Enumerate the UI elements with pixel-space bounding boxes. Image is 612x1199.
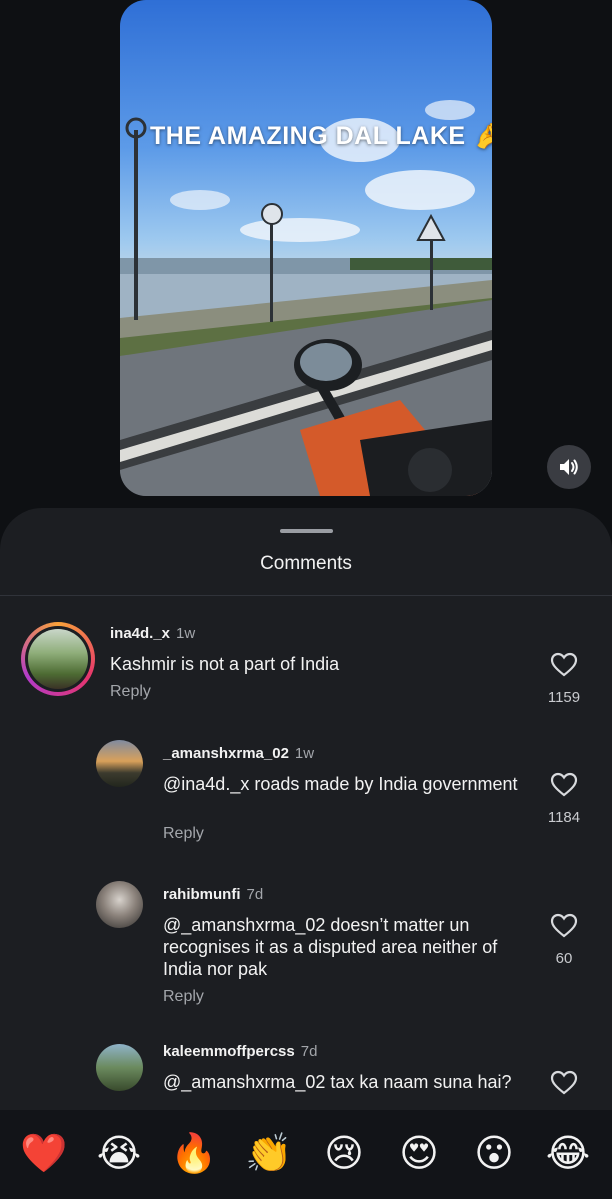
like-count: 60 [555, 950, 573, 967]
emoji-reaction-bar: ❤️ 😭 🔥 👏 😢 😍 😮 😂 [0, 1110, 612, 1199]
video-scene [120, 100, 492, 496]
comment-username[interactable]: rahibmunfi 7d [163, 886, 263, 903]
emoji-laugh-button[interactable]: 😂 [544, 1132, 592, 1176]
heart-icon [550, 652, 578, 677]
reel-video[interactable]: THE AMAZING DAL LAKE 🤌❤️ [120, 0, 492, 496]
emoji-heart-eyes-button[interactable]: 😍 [395, 1132, 443, 1176]
divider [0, 595, 612, 596]
reply-button[interactable]: Reply [163, 825, 204, 843]
comment-text: Kashmir is not a part of India [110, 654, 340, 674]
heart-icon [550, 772, 578, 797]
reply-button[interactable]: Reply [163, 988, 204, 1006]
comment-text: @_amanshxrma_02 tax ka naam suna hai? [163, 1072, 512, 1092]
video-caption-overlay: THE AMAZING DAL LAKE 🤌❤️ [150, 122, 492, 150]
emoji-heart-button[interactable]: ❤️ [20, 1132, 68, 1176]
drag-handle[interactable] [280, 529, 333, 533]
speaker-icon [560, 459, 578, 475]
like-count: 1184 [547, 809, 581, 826]
comment-time: 1w [294, 745, 315, 762]
comment-time: 7d [300, 1043, 318, 1060]
emoji-sob-button[interactable]: 😭 [95, 1132, 143, 1176]
avatar [28, 629, 88, 689]
comment-time: 7d [246, 886, 264, 903]
like-button[interactable]: 60 [544, 913, 584, 967]
heart-icon [550, 913, 578, 938]
comment-username[interactable]: _amanshxrma_02 1w [163, 745, 314, 762]
avatar[interactable] [96, 881, 143, 928]
emoji-clap-button[interactable]: 👏 [245, 1132, 293, 1176]
like-count: 1159 [547, 689, 581, 706]
comment-time: 1w [176, 625, 196, 642]
emoji-sad-button[interactable]: 😢 [320, 1132, 368, 1176]
emoji-fire-button[interactable]: 🔥 [170, 1132, 218, 1176]
emoji-surprised-button[interactable]: 😮 [470, 1132, 518, 1176]
mute-button[interactable] [547, 445, 591, 489]
reply-button[interactable]: Reply [110, 683, 151, 701]
comment-username[interactable]: kaleemmoffpercss 7d [163, 1043, 317, 1060]
like-button[interactable]: 1159 [544, 652, 584, 706]
avatar[interactable] [96, 740, 143, 787]
avatar[interactable] [96, 1044, 143, 1091]
comment-username[interactable]: ina4d._x 1w [110, 625, 195, 642]
sheet-title: Comments [260, 553, 352, 574]
comments-sheet: Comments ina4d._x 1w Kashmir is not a par… [0, 508, 612, 1199]
like-button[interactable]: 1184 [544, 772, 584, 826]
comment-text: @_amanshxrma_02 doesn’t matter un recogn… [163, 915, 498, 979]
comment-text: @ina4d._x roads made by India government [163, 774, 518, 794]
avatar-story-ring[interactable] [21, 622, 95, 696]
heart-icon [550, 1070, 578, 1095]
